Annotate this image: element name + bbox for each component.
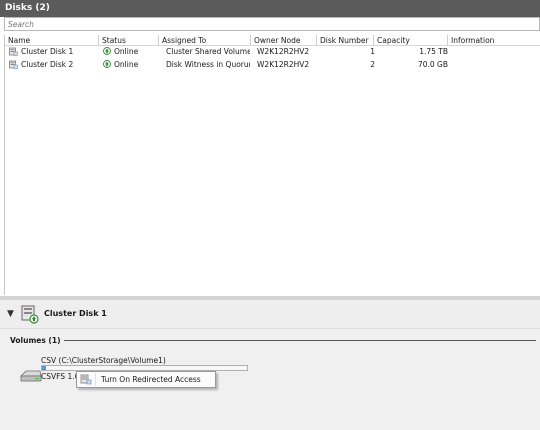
cell-assigned-to: Cluster Shared Volume <box>166 47 250 56</box>
cluster-disk-icon <box>9 47 18 56</box>
table-row[interactable]: Cluster Disk 1 Online Cluster Shared Vol… <box>5 46 540 58</box>
disks-grid: Name Status Assigned To Owner Node Disk … <box>4 35 540 295</box>
column-header-name[interactable]: Name <box>5 35 99 46</box>
cluster-disk-large-icon <box>21 305 39 324</box>
cell-disk-number: 1 <box>370 47 375 56</box>
online-status-icon <box>103 47 111 55</box>
cell-owner-node: W2K12R2HV2 <box>257 47 310 56</box>
details-disk-name: Cluster Disk 1 <box>44 309 107 318</box>
search-input[interactable] <box>5 18 539 30</box>
cell-capacity: 70.0 GB <box>417 60 448 69</box>
cell-status: Online <box>103 46 159 58</box>
volumes-divider <box>10 340 536 341</box>
menu-item-turn-on-redirected-access[interactable]: Turn On Redirected Access <box>77 372 215 387</box>
volumes-title: Volumes (1) <box>10 336 64 345</box>
column-header-assigned-to[interactable]: Assigned To <box>159 35 251 46</box>
details-header: ▼ Cluster Disk 1 <box>0 300 540 329</box>
cell-capacity: 1.75 TB <box>419 47 448 56</box>
disk-name-text: Cluster Disk 2 <box>21 60 74 69</box>
column-header-owner-node[interactable]: Owner Node <box>251 35 317 46</box>
menu-icon-separator <box>95 373 96 386</box>
column-header-status[interactable]: Status <box>99 35 159 46</box>
cell-name: Cluster Disk 1 <box>9 46 97 58</box>
context-menu: Turn On Redirected Access <box>76 371 216 388</box>
cell-information <box>453 46 539 58</box>
cell-name: Cluster Disk 2 <box>9 59 97 71</box>
status-text: Online <box>114 47 139 56</box>
cell-disk-number: 2 <box>370 60 375 69</box>
volume-drive-icon <box>20 370 42 382</box>
online-status-icon <box>103 60 111 68</box>
search-box[interactable] <box>4 17 540 31</box>
cluster-disk-icon <box>9 60 18 69</box>
volume-path[interactable]: CSV (C:\ClusterStorage\Volume1) <box>41 356 166 365</box>
cell-owner-node: W2K12R2HV2 <box>257 60 310 69</box>
column-header-disk-number[interactable]: Disk Number <box>317 35 374 46</box>
column-header-capacity[interactable]: Capacity <box>374 35 448 46</box>
menu-item-label: Turn On Redirected Access <box>101 375 201 384</box>
redirect-icon <box>80 374 92 385</box>
cell-assigned-to: Disk Witness in Quorum <box>166 60 250 69</box>
volume-usage-fill <box>42 366 47 370</box>
collapse-chevron-icon[interactable]: ▼ <box>7 309 14 319</box>
disk-name-text: Cluster Disk 1 <box>21 47 74 56</box>
table-row[interactable]: Cluster Disk 2 Online Disk Witness in Qu… <box>5 59 540 71</box>
disks-panel-title: Disks (2) <box>0 0 540 17</box>
cell-status: Online <box>103 59 159 71</box>
column-header-information[interactable]: Information <box>448 35 540 46</box>
cell-information <box>453 59 539 71</box>
status-text: Online <box>114 60 139 69</box>
